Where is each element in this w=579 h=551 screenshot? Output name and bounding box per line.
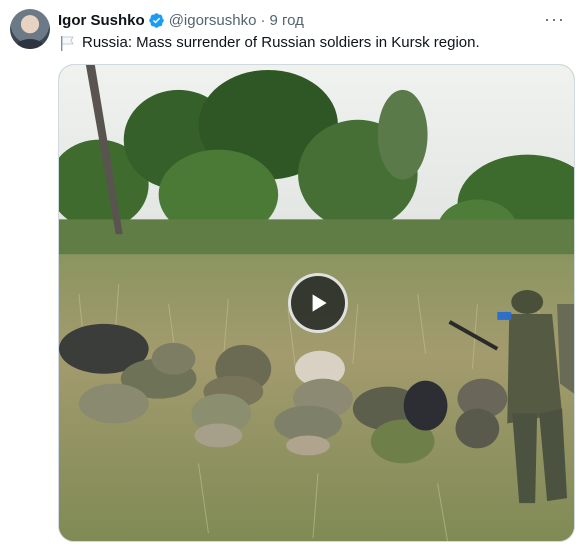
verified-badge-icon (148, 12, 165, 29)
play-icon (312, 294, 327, 312)
play-button[interactable] (288, 273, 348, 333)
tweet-text: Russia: Mass surrender of Russian soldie… (58, 33, 567, 53)
author-handle[interactable]: @igorsushko (169, 12, 257, 29)
separator-dot: · (260, 11, 266, 29)
tweet-body: Russia: Mass surrender of Russian soldie… (82, 34, 480, 51)
author-avatar[interactable] (10, 9, 50, 49)
tweet-header: Igor Sushko @igorsushko · 9 год (58, 10, 567, 30)
author-name[interactable]: Igor Sushko (58, 12, 145, 29)
white-flag-icon (58, 34, 76, 52)
more-icon[interactable]: ··· (544, 9, 565, 30)
avatar-shirt (16, 39, 44, 49)
tweet-timestamp[interactable]: 9 год (269, 12, 303, 29)
video-media[interactable] (58, 64, 575, 542)
